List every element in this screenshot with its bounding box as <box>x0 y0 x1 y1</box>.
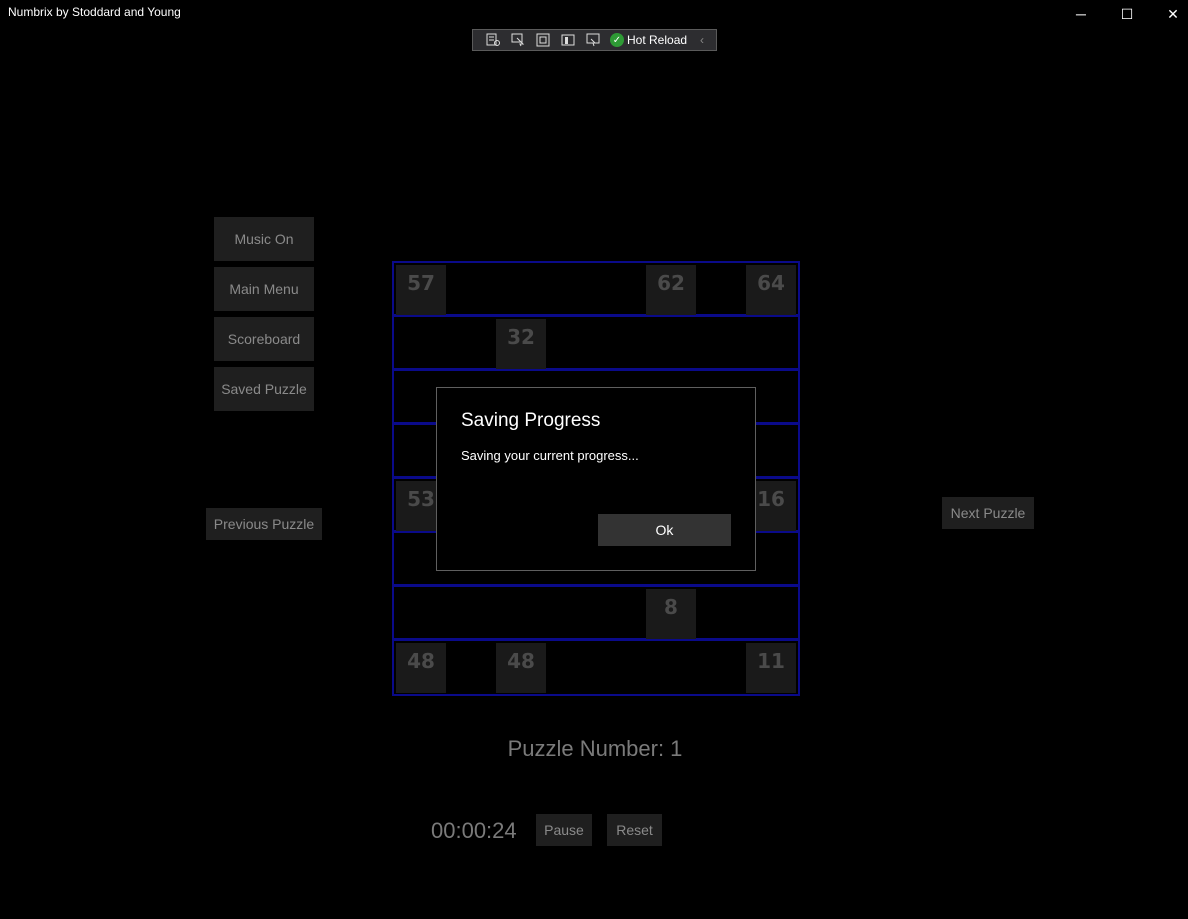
saving-progress-dialog: Saving Progress Saving your current prog… <box>436 387 756 571</box>
grid-row-divider <box>392 368 800 371</box>
puzzle-cell[interactable]: 48 <box>396 643 446 693</box>
puzzle-cell[interactable]: 57 <box>396 265 446 315</box>
maximize-icon: ☐ <box>1120 5 1134 22</box>
main-menu-button[interactable]: Main Menu <box>214 267 314 311</box>
app-title: Numbrix by Stoddard and Young <box>8 5 181 19</box>
reset-button[interactable]: Reset <box>607 814 662 846</box>
check-icon: ✓ <box>610 33 624 47</box>
close-icon: ✕ <box>1167 5 1179 22</box>
minimize-button[interactable]: ─ <box>1058 0 1104 28</box>
grid-row-divider <box>392 638 800 641</box>
puzzle-number-label: Puzzle Number: 1 <box>507 736 683 761</box>
hot-reload-label: Hot Reload <box>627 33 688 47</box>
title-bar: Numbrix by Stoddard and Young ─ ☐ ✕ <box>0 0 1188 28</box>
debug-toolbar: ✓ Hot Reload ‹ <box>472 29 717 51</box>
puzzle-cell[interactable]: 62 <box>646 265 696 315</box>
music-toggle-button[interactable]: Music On <box>214 217 314 261</box>
puzzle-cell[interactable]: 11 <box>746 643 796 693</box>
dialog-title: Saving Progress <box>461 410 601 431</box>
binding-failures-icon[interactable] <box>585 32 601 48</box>
saved-puzzle-button[interactable]: Saved Puzzle <box>214 367 314 411</box>
puzzle-cell[interactable]: 8 <box>646 589 696 639</box>
previous-puzzle-button[interactable]: Previous Puzzle <box>206 508 322 540</box>
puzzle-cell[interactable]: 48 <box>496 643 546 693</box>
track-focus-icon[interactable] <box>560 32 576 48</box>
pause-button[interactable]: Pause <box>536 814 592 846</box>
ok-button[interactable]: Ok <box>598 514 731 546</box>
grid-row-divider <box>392 584 800 587</box>
puzzle-cell[interactable]: 64 <box>746 265 796 315</box>
timer-display: 00:00:24 <box>431 818 517 843</box>
hot-reload-indicator[interactable]: ✓ Hot Reload <box>610 33 687 47</box>
display-layout-adorners-icon[interactable] <box>535 32 551 48</box>
grid-row-divider <box>392 314 800 317</box>
live-visual-tree-icon[interactable] <box>485 32 501 48</box>
select-element-icon[interactable] <box>510 32 526 48</box>
minimize-icon: ─ <box>1076 6 1086 22</box>
puzzle-cell[interactable]: 32 <box>496 319 546 369</box>
scoreboard-button[interactable]: Scoreboard <box>214 317 314 361</box>
dialog-message: Saving your current progress... <box>461 448 639 463</box>
close-button[interactable]: ✕ <box>1150 0 1188 28</box>
next-puzzle-button[interactable]: Next Puzzle <box>942 497 1034 529</box>
maximize-button[interactable]: ☐ <box>1104 0 1150 28</box>
collapse-toolbar-icon[interactable]: ‹ <box>700 33 704 47</box>
